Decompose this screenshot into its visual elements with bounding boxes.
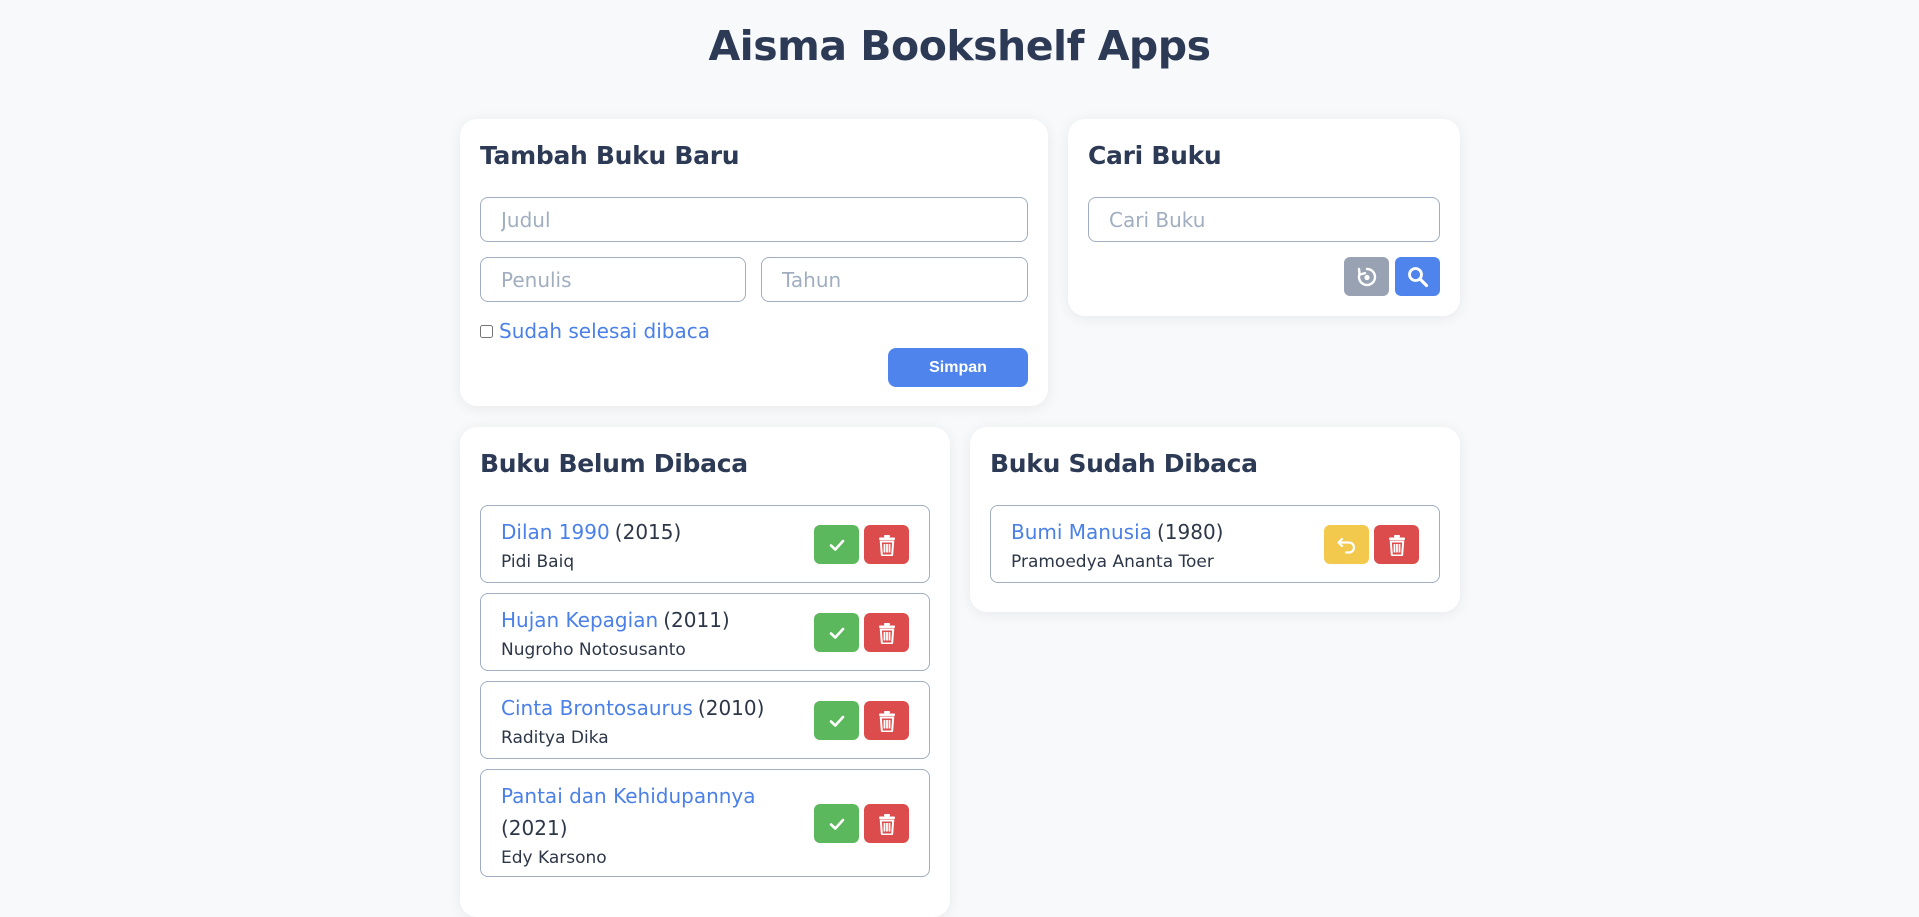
book-title[interactable]: Bumi Manusia <box>1011 520 1152 544</box>
mark-read-button[interactable] <box>814 525 859 564</box>
trash-icon <box>878 813 895 835</box>
delete-button[interactable] <box>864 804 909 843</box>
check-icon <box>829 715 844 727</box>
mark-unread-button[interactable] <box>1324 525 1369 564</box>
title-input[interactable] <box>480 197 1028 242</box>
book-author: Raditya Dika <box>501 728 609 748</box>
book-year: (2010) <box>697 696 765 720</box>
add-book-card: Tambah Buku Baru Sudah selesai dibaca Si… <box>460 119 1048 406</box>
finished-label: Sudah selesai dibaca <box>499 319 710 343</box>
check-icon <box>829 539 844 551</box>
finished-checkbox[interactable] <box>480 324 493 338</box>
book-title[interactable]: Dilan 1990 <box>501 520 610 544</box>
check-icon <box>829 818 844 830</box>
book-title[interactable]: Pantai dan Kehidupannya <box>501 784 756 808</box>
mark-read-button[interactable] <box>814 613 859 652</box>
book-year: (1980) <box>1156 520 1224 544</box>
author-input[interactable] <box>480 257 746 302</box>
delete-button[interactable] <box>864 613 909 652</box>
delete-button[interactable] <box>864 701 909 740</box>
undo-icon <box>1336 537 1355 554</box>
save-button[interactable]: Simpan <box>888 348 1028 387</box>
search-button[interactable] <box>1395 257 1440 296</box>
delete-button[interactable] <box>864 525 909 564</box>
search-icon <box>1407 266 1428 287</box>
trash-icon <box>878 710 895 732</box>
unread-shelf-heading: Buku Belum Dibaca <box>480 449 748 478</box>
search-heading: Cari Buku <box>1088 141 1222 170</box>
add-book-heading: Tambah Buku Baru <box>480 141 740 170</box>
read-shelf-card: Buku Sudah Dibaca Bumi Manusia (1980) Pr… <box>970 427 1460 612</box>
book-item: Hujan Kepagian (2011) Nugroho Notosusant… <box>480 593 930 671</box>
reset-icon <box>1357 267 1376 286</box>
check-icon <box>829 627 844 639</box>
search-card: Cari Buku <box>1068 119 1460 316</box>
app-title: Aisma Bookshelf Apps <box>708 22 1211 70</box>
trash-icon <box>878 534 895 556</box>
reset-button[interactable] <box>1344 257 1389 296</box>
book-item: Pantai dan Kehidupannya (2021) Edy Karso… <box>480 769 930 877</box>
book-year: (2011) <box>663 608 730 632</box>
delete-button[interactable] <box>1374 525 1419 564</box>
search-input[interactable] <box>1088 197 1440 242</box>
book-title[interactable]: Hujan Kepagian <box>501 608 658 632</box>
book-author: Edy Karsono <box>501 848 607 868</box>
book-year: (2021) <box>501 816 568 840</box>
mark-read-button[interactable] <box>814 804 859 843</box>
book-title[interactable]: Cinta Brontosaurus <box>501 696 693 720</box>
trash-icon <box>1388 534 1405 556</box>
year-input[interactable] <box>761 257 1028 302</box>
book-author: Pramoedya Ananta Toer <box>1011 552 1214 572</box>
unread-shelf-card: Buku Belum Dibaca Dilan 1990 (2015) Pidi… <box>460 427 950 917</box>
trash-icon <box>878 622 895 644</box>
book-item: Cinta Brontosaurus (2010) Raditya Dika <box>480 681 930 759</box>
book-item: Dilan 1990 (2015) Pidi Baiq <box>480 505 930 583</box>
read-shelf-heading: Buku Sudah Dibaca <box>990 449 1258 478</box>
finished-checkbox-row[interactable]: Sudah selesai dibaca <box>480 319 710 343</box>
book-author: Nugroho Notosusanto <box>501 640 686 660</box>
mark-read-button[interactable] <box>814 701 859 740</box>
book-item: Bumi Manusia (1980) Pramoedya Ananta Toe… <box>990 505 1440 583</box>
book-author: Pidi Baiq <box>501 552 575 572</box>
book-year: (2015) <box>614 520 682 544</box>
